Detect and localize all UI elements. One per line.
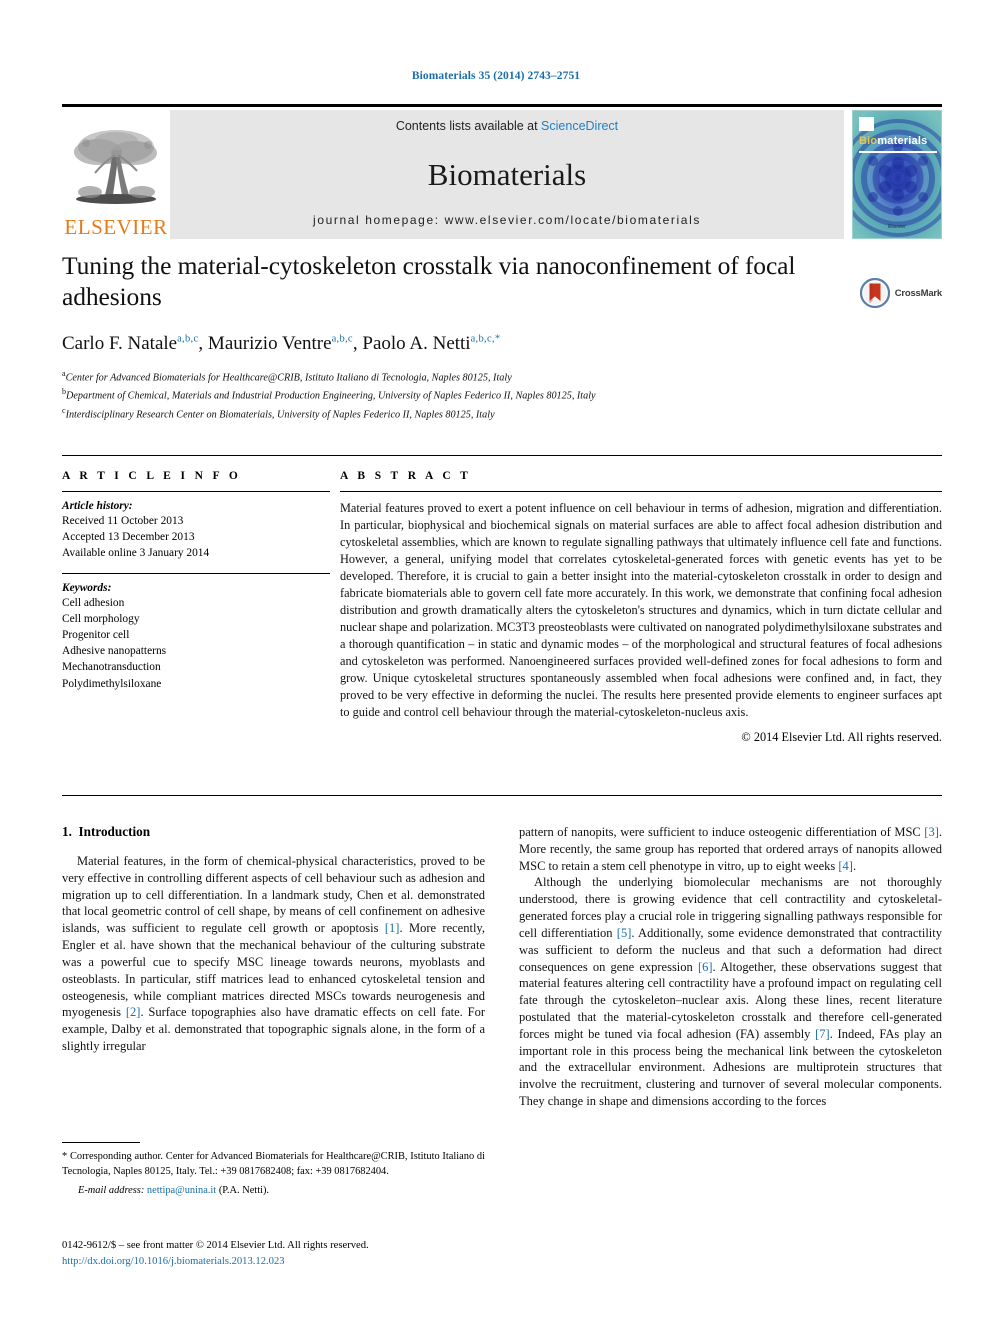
author-entry: Paolo A. Nettia,b,c,* [362,333,500,354]
journal-title: Biomaterials [427,156,587,192]
article-page: Biomaterials 35 (2014) 2743–2751 ELSEVIE… [0,0,992,1323]
abstract-copyright: © 2014 Elsevier Ltd. All rights reserved… [741,730,942,745]
body-column-left: 1. Introduction Material features, in th… [62,824,485,1110]
author-separator: , [352,332,363,354]
author-affil-marks: a,b,c [177,333,199,345]
author-affil-marks: a,b,c [331,333,353,345]
section-title: Introduction [78,824,151,839]
cover-title-part2: materials [877,135,928,147]
colophon: 0142-9612/$ – see front matter © 2014 El… [62,1238,562,1270]
elsevier-logo: ELSEVIER [62,110,170,239]
footnote-text: * Corresponding author. Center for Advan… [62,1151,485,1178]
keywords-group: Keywords: Cell adhesion Cell morphology … [62,582,330,692]
article-info-column: A R T I C L E I N F O Article history: R… [62,470,340,745]
crossmark-label: CrossMark [894,287,943,299]
email-suffix: (P.A. Netti). [218,1185,270,1197]
footnote-email-line: E-mail address: nettipa@unina.it (P.A. N… [62,1185,485,1196]
affiliation-text: Department of Chemical, Materials and In… [66,390,596,402]
email-label: E-mail address: [78,1185,145,1197]
section-heading-introduction: 1. Introduction [62,824,485,840]
affiliation-item: bDepartment of Chemical, Materials and I… [62,386,942,405]
doi-link[interactable]: http://dx.doi.org/10.1016/j.biomaterials… [62,1254,562,1270]
info-abstract-region: A R T I C L E I N F O Article history: R… [62,455,942,745]
contents-prefix: Contents lists available at [395,119,542,133]
article-history-item: Accepted 13 December 2013 [62,531,195,544]
cover-title-rule [859,151,937,153]
keyword-item: Progenitor cell [62,628,130,641]
intro-paragraph-right-1: pattern of nanopits, were sufficient to … [519,824,942,874]
journal-cover-thumbnail: Biomaterials Elsevier [852,110,942,239]
sciencedirect-link[interactable]: ScienceDirect [541,119,618,133]
article-history-group: Article history: Received 11 October 201… [62,500,330,562]
intro-paragraph-right-2: Although the underlying biomolecular mec… [519,874,942,1109]
abstract-body: Material features proved to exert a pote… [340,501,942,720]
intro-right-text-c: . [852,858,857,873]
author-list: Carlo F. Natalea,b,c, Maurizio Ventrea,b… [62,333,942,356]
keywords-label: Keywords: [62,581,112,594]
crossmark-icon [859,278,890,308]
issn-line: 0142-9612/$ – see front matter © 2014 El… [62,1240,369,1251]
citation-ref-1[interactable]: [1] [385,921,400,935]
journal-masthead: ELSEVIER Contents lists available at Sci… [62,104,942,239]
contents-available-line: Contents lists available at ScienceDirec… [396,119,618,133]
cover-publisher-mark [859,117,874,131]
citation-ref-5[interactable]: [5] [617,926,632,940]
running-head: Biomaterials 35 (2014) 2743–2751 [411,70,581,82]
corresponding-author-footnote: * Corresponding author. Center for Advan… [62,1142,485,1196]
body-column-right: pattern of nanopits, were sufficient to … [519,824,942,1110]
abstract-rule [340,491,942,492]
article-history-item: Available online 3 January 2014 [62,547,210,560]
citation-ref-2[interactable]: [2] [126,1005,141,1019]
citation-ref-3[interactable]: [3] [924,825,939,839]
abstract-bottom-rule [62,795,942,796]
affiliation-item: cInterdisciplinary Research Center on Bi… [62,405,942,424]
author-affil-marks: a,b,c,* [470,333,501,345]
email-link[interactable]: nettipa@unina.it [147,1185,216,1196]
citation-ref-6[interactable]: [6] [698,960,713,974]
article-info-rule [62,491,330,492]
journal-homepage-line[interactable]: journal homepage: www.elsevier.com/locat… [313,213,701,227]
abstract-heading: A B S T R A C T [340,470,472,482]
affiliation-text: Interdisciplinary Research Center on Bio… [65,409,495,421]
article-history-item: Received 11 October 2013 [62,515,184,527]
footnote-rule [62,1142,140,1143]
author-entry: Maurizio Ventrea,b,c, [208,333,362,354]
intro-right-text-a: pattern of nanopits, were sufficient to … [519,825,925,839]
author-name: Paolo A. Netti [362,332,471,354]
keyword-item: Cell morphology [62,612,140,625]
author-entry: Carlo F. Natalea,b,c, [62,333,208,354]
page-title: Tuning the material-cytoskeleton crossta… [62,251,796,312]
cover-footer-text: Elsevier [888,224,906,230]
abstract-column: A B S T R A C T Material features proved… [340,470,942,745]
crossmark-badge[interactable]: CrossMark [859,278,943,308]
keyword-item: Mechanotransduction [62,661,161,674]
affiliation-item: aCenter for Advanced Biomaterials for He… [62,368,942,387]
elsevier-wordmark: ELSEVIER [64,215,168,239]
intro-paragraph-left: Material features, in the form of chemic… [62,853,485,1055]
section-number: 1. [62,824,72,839]
cover-title-part1: Bio [859,135,878,147]
keyword-item: Cell adhesion [62,596,125,609]
citation-ref-4[interactable]: [4] [838,859,853,873]
author-separator: , [198,332,208,354]
elsevier-tree-icon [74,130,157,204]
author-name: Carlo F. Natale [62,332,178,354]
citation-ref-7[interactable]: [7] [815,1027,830,1041]
title-block: Tuning the material-cytoskeleton crossta… [62,250,942,424]
keyword-item: Polydimethylsiloxane [62,677,162,690]
affiliation-list: aCenter for Advanced Biomaterials for He… [62,368,942,425]
keyword-item: Adhesive nanopatterns [62,645,167,658]
keywords-rule [62,572,330,574]
article-body: 1. Introduction Material features, in th… [62,824,942,1110]
affiliation-text: Center for Advanced Biomaterials for Hea… [65,371,512,383]
cover-journal-title: Biomaterials [859,135,927,147]
article-info-heading: A R T I C L E I N F O [62,470,242,482]
author-name: Maurizio Ventre [207,332,332,354]
masthead-center: Contents lists available at ScienceDirec… [170,110,844,239]
article-history-label: Article history: [62,500,133,512]
